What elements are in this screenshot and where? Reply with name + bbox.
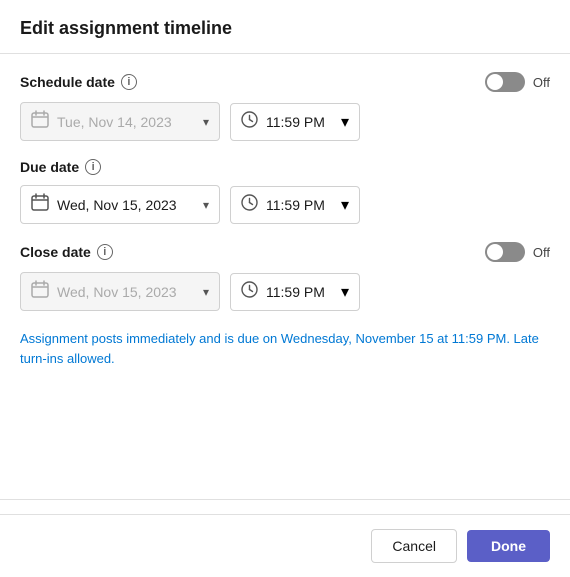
- schedule-time-chevron-icon: ▾: [341, 112, 349, 132]
- schedule-date-toggle-knob: [487, 74, 503, 90]
- schedule-date-label: Schedule date i: [20, 74, 137, 90]
- due-date-label-row: Due date i: [20, 159, 550, 175]
- dialog-footer: Cancel Done: [0, 514, 570, 577]
- due-time-picker[interactable]: 11:59 PM ▾: [230, 186, 360, 224]
- close-date-toggle-row: Off: [485, 242, 550, 262]
- due-calendar-icon: [31, 193, 49, 216]
- close-clock-icon: [241, 281, 258, 303]
- schedule-date-picker[interactable]: Tue, Nov 14, 2023 ▾: [20, 102, 220, 141]
- schedule-date-info-icon[interactable]: i: [121, 74, 137, 90]
- schedule-date-value: Tue, Nov 14, 2023: [57, 114, 195, 130]
- close-date-toggle-knob: [487, 244, 503, 260]
- dialog-title: Edit assignment timeline: [0, 0, 570, 54]
- schedule-date-toggle-label: Off: [533, 75, 550, 90]
- close-calendar-icon: [31, 280, 49, 303]
- close-date-label: Close date i: [20, 244, 113, 260]
- edit-timeline-dialog: Edit assignment timeline Schedule date i…: [0, 0, 570, 577]
- schedule-time-value: 11:59 PM: [266, 114, 333, 130]
- schedule-calendar-icon: [31, 110, 49, 133]
- due-date-inputs: Wed, Nov 15, 2023 ▾ 11:59 PM ▾: [20, 185, 550, 224]
- due-date-section: Due date i Wed, Nov 15, 2023 ▾: [20, 159, 550, 224]
- schedule-date-inputs: Tue, Nov 14, 2023 ▾ 11:59 PM ▾: [20, 102, 550, 141]
- due-time-value: 11:59 PM: [266, 197, 333, 213]
- schedule-date-toggle[interactable]: [485, 72, 525, 92]
- due-date-info-icon[interactable]: i: [85, 159, 101, 175]
- schedule-date-section: Schedule date i Off: [20, 72, 550, 141]
- summary-text: Assignment posts immediately and is due …: [20, 329, 550, 368]
- schedule-clock-icon: [241, 111, 258, 133]
- close-date-chevron-icon: ▾: [203, 285, 209, 299]
- cancel-button[interactable]: Cancel: [371, 529, 457, 563]
- due-clock-icon: [241, 194, 258, 216]
- schedule-date-toggle-row: Off: [485, 72, 550, 92]
- due-time-chevron-icon: ▾: [341, 195, 349, 215]
- close-date-picker[interactable]: Wed, Nov 15, 2023 ▾: [20, 272, 220, 311]
- close-date-info-icon[interactable]: i: [97, 244, 113, 260]
- dialog-body: Schedule date i Off: [0, 54, 570, 495]
- close-date-label-row: Close date i Off: [20, 242, 550, 262]
- close-date-section: Close date i Off: [20, 242, 550, 311]
- done-button[interactable]: Done: [467, 530, 550, 562]
- due-date-label: Due date i: [20, 159, 101, 175]
- close-date-toggle-label: Off: [533, 245, 550, 260]
- due-date-chevron-icon: ▾: [203, 198, 209, 212]
- close-date-inputs: Wed, Nov 15, 2023 ▾ 11:59 PM ▾: [20, 272, 550, 311]
- close-time-value: 11:59 PM: [266, 284, 333, 300]
- schedule-date-label-row: Schedule date i Off: [20, 72, 550, 92]
- close-time-picker[interactable]: 11:59 PM ▾: [230, 273, 360, 311]
- footer-divider: [0, 499, 570, 500]
- schedule-time-picker[interactable]: 11:59 PM ▾: [230, 103, 360, 141]
- close-date-value: Wed, Nov 15, 2023: [57, 284, 195, 300]
- due-date-value: Wed, Nov 15, 2023: [57, 197, 195, 213]
- close-date-toggle[interactable]: [485, 242, 525, 262]
- schedule-date-chevron-icon: ▾: [203, 115, 209, 129]
- close-time-chevron-icon: ▾: [341, 282, 349, 302]
- due-date-picker[interactable]: Wed, Nov 15, 2023 ▾: [20, 185, 220, 224]
